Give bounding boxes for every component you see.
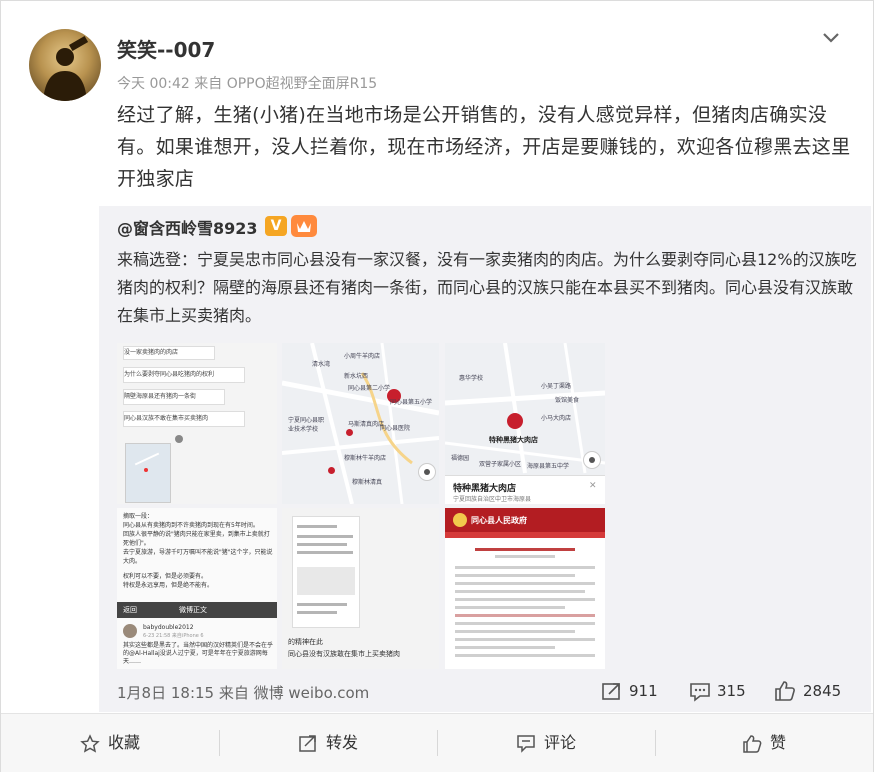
screenshot-navbar: 返回 微博正文 xyxy=(117,602,277,618)
thumbs-up-icon xyxy=(743,734,762,753)
thumbnail-2-map[interactable]: 清水湾 小周牛羊肉店 新水坑西 同心县第二小学 同心县第五小学 宁夏同心县职业技… xyxy=(282,343,439,504)
comment-label: 评论 xyxy=(543,733,576,752)
post-meta: 今天 00:42 来自 OPPO超视野全面屏R15 xyxy=(117,76,378,92)
screenshot-title: 微博正文 xyxy=(179,606,207,614)
chat-bubble: 同心县汉族不敢在集市买卖猪肉 xyxy=(123,411,245,427)
back-button: 返回 xyxy=(123,606,137,614)
username[interactable]: 笑笑--007 xyxy=(117,34,215,63)
map-label: 清水湾 xyxy=(312,361,331,368)
screenshot-meta: 6-23 21:58 来自iPhone 6 xyxy=(143,633,204,639)
chat-bubble: 为什么要剥夺同心县吃猪肉的权利 xyxy=(123,367,245,383)
screenshot-line: 同心县从有卖猪肉到不许卖猪肉到现在有5年时间。 xyxy=(123,522,259,529)
locate-icon[interactable] xyxy=(418,463,436,481)
map-label: 海原县第五中学 xyxy=(527,463,570,470)
like-button[interactable]: 赞 xyxy=(655,714,873,772)
chat-bubble: 没一家卖猪肉的肉店 xyxy=(123,346,215,360)
repost-button[interactable]: 转发 xyxy=(219,714,437,772)
screenshot-line: 摘取一段： xyxy=(123,513,154,520)
repost-count[interactable]: 911 xyxy=(629,682,658,700)
avatar[interactable] xyxy=(29,29,101,101)
map-label: 新水坑西 xyxy=(344,373,369,380)
favorite-label: 收藏 xyxy=(107,733,140,752)
map-pin-icon xyxy=(346,429,353,436)
like-icon[interactable] xyxy=(774,680,796,702)
screenshot-snippet: 其实这些都是黑去了。当然中国的汉好精英们是不会在乎的@Al-Hallaj没说人过… xyxy=(123,642,274,665)
avatar xyxy=(123,624,137,638)
reposted-content: @窗含西岭雪8923 V 来稿选登：宁夏吴忠市同心县没有一家汉餐，没有一家卖猪肉… xyxy=(99,206,871,712)
original-text: 来稿选登：宁夏吴忠市同心县没有一家汉餐，没有一家卖猪肉的肉店。为什么要剥夺同心县… xyxy=(117,250,857,325)
popup-title: 特种黑猪大肉店 xyxy=(453,484,517,494)
screenshot-line: 特权是永远享用，但是绝不能有。 xyxy=(123,582,214,589)
weibo-card: 笑笑--007 今天 00:42 来自 OPPO超视野全面屏R15 经过了解，生… xyxy=(0,0,874,772)
map-label: 宁夏同心县职业技术学校 xyxy=(288,417,325,433)
thumbnail-1[interactable]: 没一家卖猪肉的肉店 为什么要剥夺同心县吃猪肉的权利 隔壁海原县还有猪肉一条街 同… xyxy=(117,343,277,504)
screenshot-line: 去宁夏旅游，导游千叮万嘱叫不能说"猪"这个字，只能说大肉。 xyxy=(123,549,273,565)
map-popup: 特种黑猪大肉店 宁夏回族自治区中卫市海原县 ✕ xyxy=(445,475,605,504)
verified-badge-icon: V xyxy=(265,216,287,236)
map-label: 穆斯林牛羊肉店 xyxy=(344,455,387,462)
map-label: 小吴丁渠路 xyxy=(541,383,572,390)
locate-icon[interactable] xyxy=(583,451,601,469)
site-header: 同心县人民政府 xyxy=(445,508,605,532)
map-label: 穆斯林清真 xyxy=(352,479,383,486)
vip-badge-icon xyxy=(291,215,317,237)
repost-label: 转发 xyxy=(325,733,358,752)
post-text: 经过了解，生猪(小猪)在当地市场是公开销售的，没有人感觉异样，但猪肉店确实没有。… xyxy=(117,104,851,190)
action-bar: 收藏 转发 评论 赞 xyxy=(1,713,873,772)
map-label: 福德园 xyxy=(451,455,470,462)
emblem-icon xyxy=(453,513,467,527)
screenshot-card xyxy=(292,516,360,628)
map-pin-icon xyxy=(507,413,523,429)
chat-bubble: 隔壁海原县还有猪肉一条街 xyxy=(123,389,225,405)
avatar xyxy=(175,435,183,443)
comment-count[interactable]: 315 xyxy=(717,682,746,700)
star-icon xyxy=(80,733,100,753)
comment-icon[interactable] xyxy=(689,682,711,702)
map-label: 同心县第二小学 xyxy=(348,385,391,392)
chevron-down-icon[interactable] xyxy=(819,25,843,49)
map-image xyxy=(125,443,171,503)
like-label: 赞 xyxy=(769,733,786,752)
map-label: 同心县第五小学 xyxy=(390,399,433,406)
map-label: 惠华学校 xyxy=(459,375,484,382)
map-label: 同心县医院 xyxy=(380,425,411,432)
comment-icon xyxy=(517,734,535,753)
map-label: 马斯清真肉店 xyxy=(348,421,385,428)
original-author[interactable]: @窗含西岭雪8923 xyxy=(117,215,258,239)
like-count[interactable]: 2845 xyxy=(803,682,841,700)
thumbnail-4[interactable]: 摘取一段： 同心县从有卖猪肉到不许卖猪肉到现在有5年时间。 回族人很平静的说"猪… xyxy=(117,508,277,669)
comment-button[interactable]: 评论 xyxy=(437,714,655,772)
thumbnail-3-map[interactable]: 惠华学校 小吴丁渠路 饭馆美食 小马大肉店 特种黑猪大肉店 福德园 双营子家属小… xyxy=(445,343,605,504)
close-icon[interactable]: ✕ xyxy=(589,481,597,491)
map-label: 饭馆美食 xyxy=(555,397,580,404)
repost-time-source[interactable]: 1月8日 18:15 来自 微博 weibo.com xyxy=(117,682,369,703)
repost-icon xyxy=(299,734,316,752)
repost-icon[interactable] xyxy=(601,681,623,701)
map-label: 双营子家属小区 xyxy=(479,461,522,468)
screenshot-line: 权利可以不要，但是必须要有。 xyxy=(123,573,208,580)
favorite-button[interactable]: 收藏 xyxy=(1,714,219,772)
popup-address: 宁夏回族自治区中卫市海原县 xyxy=(453,496,532,503)
thumbnail-5[interactable]: 的精神在此 同心县没有汉族敢在集市上买卖猪肉 xyxy=(282,508,439,669)
map-label: 特种黑猪大肉店 xyxy=(489,436,538,444)
screenshot-line: 同心县没有汉族敢在集市上买卖猪肉 xyxy=(288,650,400,658)
map-label: 小周牛羊肉店 xyxy=(344,353,381,360)
screenshot-line: 回族人很平静的说"猪肉只能在家里卖，到集市上卖就打死他们"。 xyxy=(123,531,270,547)
map-pin-icon xyxy=(328,467,335,474)
screenshot-user: babydouble2012 xyxy=(143,624,194,631)
screenshot-line: 的精神在此 xyxy=(288,638,323,646)
thumbnail-6[interactable]: 同心县人民政府 xyxy=(445,508,605,669)
site-title: 同心县人民政府 xyxy=(471,516,527,525)
screenshot-text: 摘取一段： 同心县从有卖猪肉到不许卖猪肉到现在有5年时间。 回族人很平静的说"猪… xyxy=(123,512,273,590)
map-label: 小马大肉店 xyxy=(541,415,572,422)
screenshot-text: 的精神在此 同心县没有汉族敢在集市上买卖猪肉 xyxy=(288,636,436,660)
